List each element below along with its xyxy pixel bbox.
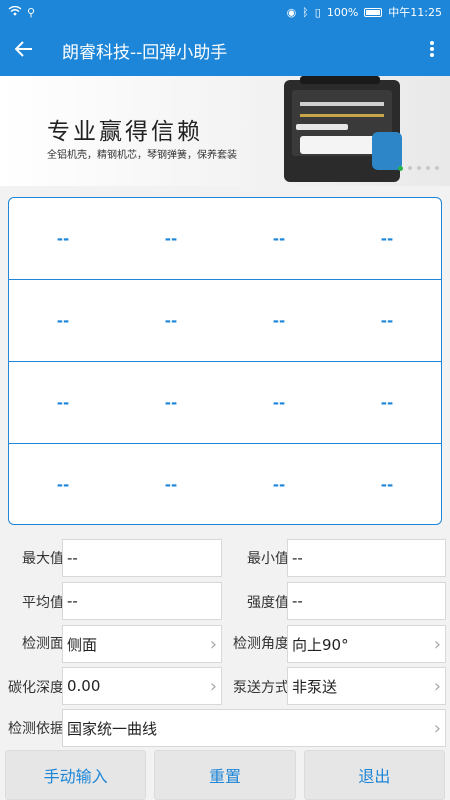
- battery-percent: 100%: [326, 5, 359, 19]
- grid-cell: --: [164, 393, 178, 412]
- max-label: 最大值: [22, 551, 64, 567]
- grid-row: -- -- -- --: [9, 280, 441, 362]
- min-value: --: [292, 549, 303, 567]
- pump-value: 非泵送: [292, 677, 338, 696]
- grid-row: -- -- -- --: [9, 444, 441, 524]
- max-value: --: [67, 549, 78, 567]
- exit-button[interactable]: 退出: [303, 750, 445, 800]
- chevron-right-icon: ›: [209, 633, 217, 655]
- status-bar: ⚲ ◉ ᛒ ▯ 100% 中午11:25: [0, 0, 450, 24]
- avg-value-field: --: [62, 582, 222, 620]
- reset-button[interactable]: 重置: [154, 750, 296, 800]
- carousel-dot-active[interactable]: [398, 166, 403, 171]
- grid-cell: --: [272, 311, 286, 330]
- carbonation-input[interactable]: 0.00 ›: [62, 667, 222, 705]
- banner-subline: 全铝机壳，精钢机芯，琴钢弹簧，保养套装: [47, 150, 237, 161]
- surface-label: 检测面: [22, 636, 64, 652]
- readings-grid: -- -- -- -- -- -- -- -- -- -- -- -- -- -…: [8, 197, 442, 525]
- usb-icon: ⚲: [27, 5, 36, 19]
- banner-headline: 专业赢得信赖: [47, 119, 203, 145]
- grid-cell: --: [272, 229, 286, 248]
- pump-label: 泵送方式: [233, 680, 289, 696]
- pump-select[interactable]: 非泵送 ›: [287, 667, 446, 705]
- surface-select[interactable]: 侧面 ›: [62, 625, 222, 663]
- grid-cell: --: [164, 476, 178, 494]
- carousel-dot[interactable]: [417, 166, 421, 170]
- more-vertical-icon: [430, 38, 434, 62]
- min-label: 最小值: [247, 551, 289, 567]
- action-bar: 手动输入 重置 退出: [0, 750, 450, 800]
- grid-row: -- -- -- --: [9, 198, 441, 280]
- carousel-dot[interactable]: [435, 166, 439, 170]
- battery-icon: [364, 7, 383, 17]
- grid-cell: --: [164, 229, 178, 248]
- strength-value: --: [292, 592, 303, 610]
- grid-cell: --: [380, 229, 394, 248]
- angle-label: 检测角度: [233, 636, 289, 652]
- chevron-right-icon: ›: [433, 717, 441, 739]
- grid-cell: --: [380, 476, 394, 494]
- angle-select[interactable]: 向上90° ›: [287, 625, 446, 663]
- chevron-right-icon: ›: [433, 675, 441, 697]
- grid-cell: --: [56, 229, 70, 248]
- grid-cell: --: [56, 393, 70, 412]
- basis-select[interactable]: 国家统一曲线 ›: [62, 709, 446, 747]
- arrow-left-icon: [14, 38, 33, 63]
- more-menu-button[interactable]: [414, 24, 450, 76]
- strength-label: 强度值: [247, 595, 289, 611]
- bluetooth-icon: ᛒ: [302, 5, 309, 19]
- grid-cell: --: [272, 393, 286, 412]
- grid-cell: --: [56, 476, 70, 494]
- grid-cell: --: [380, 311, 394, 330]
- carbonation-label: 碳化深度: [8, 680, 64, 696]
- basis-label: 检测依据: [8, 721, 64, 737]
- surface-value: 侧面: [67, 635, 98, 654]
- page-title: 朗睿科技--回弹小助手: [62, 42, 228, 63]
- carbonation-value: 0.00: [67, 677, 101, 695]
- carousel-dot[interactable]: [426, 166, 430, 170]
- grid-cell: --: [380, 393, 394, 412]
- chevron-right-icon: ›: [209, 675, 217, 697]
- grid-cell: --: [272, 476, 286, 494]
- strength-value-field: --: [287, 582, 446, 620]
- avg-label: 平均值: [22, 595, 64, 611]
- carousel-dot[interactable]: [408, 166, 412, 170]
- grid-cell: --: [56, 311, 70, 330]
- chevron-right-icon: ›: [433, 633, 441, 655]
- grid-row: -- -- -- --: [9, 362, 441, 444]
- carousel-indicator[interactable]: [398, 166, 439, 171]
- promo-banner[interactable]: 专业赢得信赖 全铝机壳，精钢机芯，琴钢弹簧，保养套装: [0, 76, 450, 186]
- clock: 中午11:25: [388, 6, 442, 19]
- basis-value: 国家统一曲线: [67, 719, 158, 738]
- angle-value: 向上90°: [292, 635, 349, 654]
- grid-cell: --: [164, 311, 178, 330]
- wifi-icon: [8, 5, 22, 19]
- back-button[interactable]: [0, 24, 48, 76]
- eye-icon: ◉: [286, 5, 297, 19]
- vibrate-icon: ▯: [314, 5, 321, 19]
- max-value-field: --: [62, 539, 222, 577]
- min-value-field: --: [287, 539, 446, 577]
- manual-input-button[interactable]: 手动输入: [5, 750, 147, 800]
- app-bar: 朗睿科技--回弹小助手: [0, 24, 450, 76]
- avg-value: --: [67, 592, 78, 610]
